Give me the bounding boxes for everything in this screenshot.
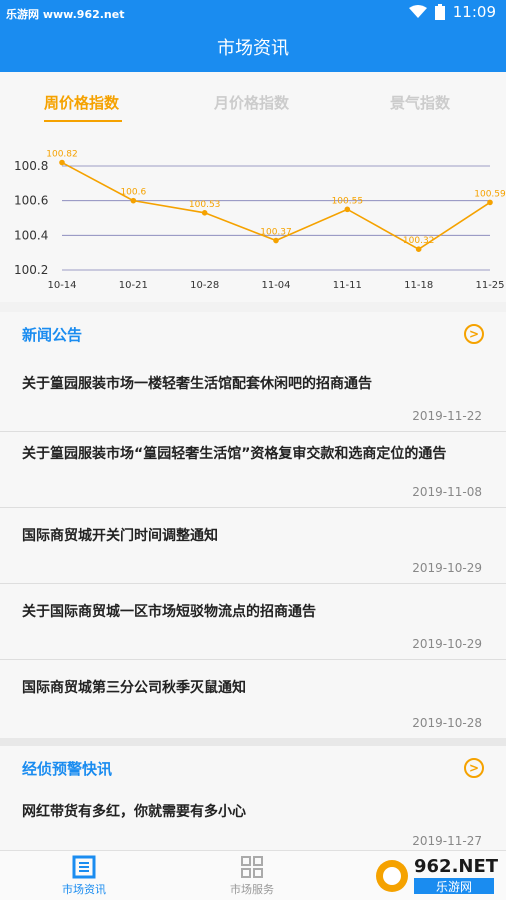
news-item-date: 2019-11-08: [412, 485, 482, 499]
watermark-text-bottom: 乐游网: [436, 880, 472, 894]
tab-monthly-price-index[interactable]: 月价格指数: [214, 92, 289, 113]
chart-data-label: 100.53: [189, 200, 221, 210]
chart-data-label: 100.82: [46, 150, 78, 160]
chart-data-point: [487, 199, 493, 206]
chart-y-tick-label: 100.8: [14, 159, 48, 173]
news-item-date: 2019-11-22: [412, 409, 482, 423]
grid-icon: [241, 856, 263, 878]
status-site-text: 乐游网 www.962.net: [6, 8, 125, 21]
nav-market-service-label: 市场服务: [230, 883, 274, 896]
watermark-logo: 962.NET 乐游网: [372, 852, 502, 898]
chart-y-tick-label: 100.6: [14, 194, 48, 208]
chart-y-tick-label: 100.4: [14, 228, 48, 242]
alert-item-title: 网红带货有多红，你就需要有多小心: [22, 804, 246, 820]
news-item[interactable]: 关于国际商贸城一区市场短驳物流点的招商通告 2019-10-29: [0, 584, 506, 660]
news-item[interactable]: 国际商贸城开关门时间调整通知 2019-10-29: [0, 508, 506, 584]
chart-data-point: [273, 237, 279, 244]
alert-item[interactable]: 网红带货有多红，你就需要有多小心 2019-11-27: [0, 790, 506, 850]
chart-x-tick-label: 11-18: [404, 280, 433, 291]
news-item-title: 国际商贸城第三分公司秋季灭鼠通知: [22, 680, 246, 696]
watermark-text-top: 962.NET: [414, 856, 499, 877]
status-time: 11:09: [452, 3, 496, 21]
chart-x-tick-label: 11-11: [333, 280, 362, 291]
news-item-title: 关于国际商贸城一区市场短驳物流点的招商通告: [22, 604, 316, 620]
status-bar: 乐游网 www.962.net 11:09: [0, 0, 506, 26]
chart-x-tick-label: 11-04: [261, 280, 290, 291]
chart-data-label: 100.6: [120, 188, 146, 198]
watermark-logo-icon: 962.NET 乐游网: [376, 856, 499, 894]
section-divider: [0, 738, 506, 746]
wifi-icon: [408, 5, 427, 18]
nav-market-service[interactable]: 市场服务: [212, 855, 292, 897]
chart-data-label: 100.37: [260, 228, 292, 238]
news-item-date: 2019-10-29: [412, 561, 482, 575]
chart-y-tick-label: 100.2: [14, 263, 48, 277]
alert-section-header: 经侦预警快讯 >: [0, 746, 506, 790]
chart-data-point: [59, 159, 65, 166]
chart-x-tick-label: 10-21: [119, 280, 148, 291]
nav-market-news-label: 市场资讯: [62, 883, 106, 896]
price-index-chart: 100.2 100.4 100.6 100.8 10-14 10-21 10-28 11-04…: [0, 132, 506, 302]
news-section-title: 新闻公告: [22, 326, 83, 344]
nav-market-news[interactable]: 市场资讯: [44, 855, 124, 897]
status-right: 11:09: [408, 3, 496, 21]
chart-data-label: 100.55: [332, 196, 364, 206]
tab-weekly-price-index[interactable]: 周价格指数: [44, 92, 119, 113]
news-section-header: 新闻公告 >: [0, 312, 506, 356]
chart-data-label: 100.59: [474, 189, 506, 199]
chart-data-label: 100.32: [403, 236, 435, 246]
chart-data-point: [130, 197, 137, 204]
active-tab-indicator: [44, 120, 122, 122]
chart-x-tick-label: 10-28: [190, 280, 219, 291]
chart-data-point: [415, 246, 422, 252]
tab-prosperity-index[interactable]: 景气指数: [390, 92, 450, 113]
chart-data-point: [344, 206, 351, 213]
news-item-date: 2019-10-28: [412, 716, 482, 730]
news-icon: [72, 855, 96, 879]
chart-x-tick-label: 11-25: [475, 280, 504, 291]
news-item-title: 国际商贸城开关门时间调整通知: [22, 528, 218, 544]
news-item-title: 关于篁园服装市场一楼轻奢生活馆配套休闲吧的招商通告: [22, 376, 372, 392]
news-item[interactable]: 国际商贸城第三分公司秋季灭鼠通知 2019-10-28: [0, 660, 506, 738]
news-item[interactable]: 关于篁园服装市场一楼轻奢生活馆配套休闲吧的招商通告 2019-11-22: [0, 356, 506, 432]
line-chart-svg: 100.2 100.4 100.6 100.8 10-14 10-21 10-28 11-04…: [14, 150, 506, 291]
chart-x-tick-label: 10-14: [47, 280, 76, 291]
chart-data-point: [201, 210, 208, 216]
news-more-arrow-icon[interactable]: >: [464, 324, 484, 344]
page-title: 市场资讯: [0, 26, 506, 72]
news-item-date: 2019-10-29: [412, 637, 482, 651]
alert-section-title: 经侦预警快讯: [22, 760, 113, 778]
news-item-title: 关于篁园服装市场“篁园轻奢生活馆”资格复审交款和选商定位的通告: [22, 446, 447, 462]
alert-item-date: 2019-11-27: [412, 834, 482, 848]
index-tabs: 周价格指数 月价格指数 景气指数: [0, 72, 506, 132]
news-item[interactable]: 关于篁园服装市场“篁园轻奢生活馆”资格复审交款和选商定位的通告 2019-11-…: [0, 432, 506, 508]
battery-icon: [434, 4, 445, 20]
alert-more-arrow-icon[interactable]: >: [464, 758, 484, 778]
